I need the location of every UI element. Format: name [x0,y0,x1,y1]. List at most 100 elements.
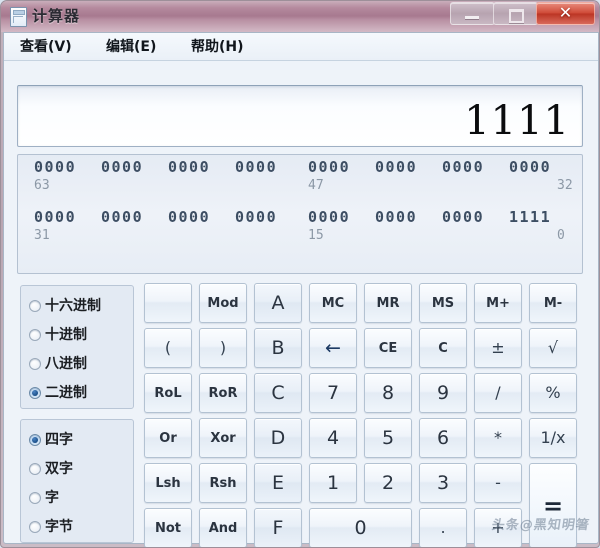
button-label: ± [491,338,505,357]
hex-f-button[interactable]: F [254,508,302,547]
right-shift-button[interactable]: Rsh [199,463,247,503]
digit-6-button[interactable]: 6 [419,418,467,458]
word-option-1[interactable]: 双字 [29,455,73,481]
word-option-3[interactable]: 字节 [29,513,73,539]
digit-8-button[interactable]: 8 [364,373,412,413]
memory-add-button[interactable]: M+ [474,283,522,323]
base-option-2[interactable]: 八进制 [29,350,87,376]
hex-d-button[interactable]: D [254,418,302,458]
decimal-point-button[interactable]: . [419,508,467,547]
base-option-0[interactable]: 十六进制 [29,292,101,318]
mod-button[interactable]: Mod [199,283,247,323]
digit-1-button[interactable]: 1 [309,463,357,503]
bitwise-or-button[interactable]: Or [144,418,192,458]
button-label: 1/x [540,428,566,447]
bit-nibble: 0000 [375,158,418,176]
memory-subtract-button[interactable]: M- [529,283,577,323]
bit-index-label: 63 [34,178,50,193]
multiply-button[interactable]: * [474,418,522,458]
digit-9-button[interactable]: 9 [419,373,467,413]
sign-toggle-button[interactable]: ± [474,328,522,368]
bit-nibble: 1111 [509,208,552,226]
rotate-right-button[interactable]: RoR [199,373,247,413]
button-label: RoL [154,385,182,401]
backspace-arrow-icon: ← [325,336,341,359]
display-field[interactable]: 1111 [17,85,583,147]
radio-icon [29,300,41,312]
button-label: √ [547,338,559,357]
clear-entry-button[interactable]: CE [364,328,412,368]
radio-icon [29,387,41,399]
add-button[interactable]: + [474,508,522,547]
bit-nibble: 0000 [509,158,552,176]
digit-0-button[interactable]: 0 [309,508,412,547]
minimize-button[interactable] [450,2,495,25]
rotate-left-button[interactable]: RoL [144,373,192,413]
radio-label: 四字 [45,432,73,448]
memory-recall-button[interactable]: MR [364,283,412,323]
menu-item-edit[interactable]: 编辑(E) [100,36,162,58]
left-paren-button[interactable]: ( [144,328,192,368]
digit-4-button[interactable]: 4 [309,418,357,458]
base-option-3[interactable]: 二进制 [29,379,87,405]
menu-item-view[interactable]: 查看(V) [14,36,78,58]
digit-5-button[interactable]: 5 [364,418,412,458]
button-label: D [270,426,286,449]
close-button[interactable]: ✕ [536,2,595,25]
radio-label: 十进制 [45,327,87,343]
bit-nibble: 0000 [308,158,351,176]
word-size-group: 四字双字字字节 [20,419,134,543]
square-root-button[interactable]: √ [529,328,577,368]
button-label: B [271,336,285,359]
button-label: RoR [208,385,238,401]
left-shift-button[interactable]: Lsh [144,463,192,503]
word-option-2[interactable]: 字 [29,484,59,510]
window-title: 计算器 [32,7,81,25]
bit-row-high: 0000 0000 0000 0000 0000 0000 0000 0000 63 47 32 [34,158,573,193]
digit-2-button[interactable]: 2 [364,463,412,503]
reciprocal-button[interactable]: 1/x [529,418,577,458]
bit-nibble: 0000 [442,158,485,176]
button-label: A [271,291,285,314]
button-label: M+ [486,295,510,311]
percent-button[interactable]: % [529,373,577,413]
button-label: CE [378,340,398,356]
bitwise-not-button[interactable]: Not [144,508,192,547]
button-label: Xor [210,430,236,446]
base-option-1[interactable]: 十进制 [29,321,87,347]
bit-index-label: 47 [308,178,324,193]
button-label: 2 [381,471,395,494]
radio-icon [29,521,41,533]
button-label: 9 [436,381,450,404]
radio-icon [29,434,41,446]
button-label: Rsh [209,475,237,491]
digit-3-button[interactable]: 3 [419,463,467,503]
hex-a-button[interactable]: A [254,283,302,323]
display-value: 1111 [464,98,570,144]
calculator-icon [10,7,27,27]
backspace-button[interactable]: ← [309,328,357,368]
hex-b-button[interactable]: B [254,328,302,368]
clear-button[interactable]: C [419,328,467,368]
bit-nibble: 0000 [308,208,351,226]
hex-c-button[interactable]: C [254,373,302,413]
bitwise-xor-button[interactable]: Xor [199,418,247,458]
menu-item-help[interactable]: 帮助(H) [185,36,250,58]
equals-button[interactable]: = [529,463,577,547]
bit-display-panel[interactable]: 0000 0000 0000 0000 0000 0000 0000 0000 63 47 32 0… [17,154,583,274]
menu-bar: 查看(V) 编辑(E) 帮助(H) [4,33,598,61]
memory-clear-button[interactable]: MC [309,283,357,323]
bitwise-and-button[interactable]: And [199,508,247,547]
subtract-button[interactable]: - [474,463,522,503]
blank-button[interactable] [144,283,192,323]
maximize-button[interactable] [493,2,538,25]
word-option-0[interactable]: 四字 [29,426,73,452]
divide-button[interactable]: / [474,373,522,413]
radio-label: 字节 [45,519,73,535]
digit-7-button[interactable]: 7 [309,373,357,413]
right-paren-button[interactable]: ) [199,328,247,368]
button-label: ( [164,338,172,357]
button-label: Not [154,520,182,536]
hex-e-button[interactable]: E [254,463,302,503]
memory-store-button[interactable]: MS [419,283,467,323]
